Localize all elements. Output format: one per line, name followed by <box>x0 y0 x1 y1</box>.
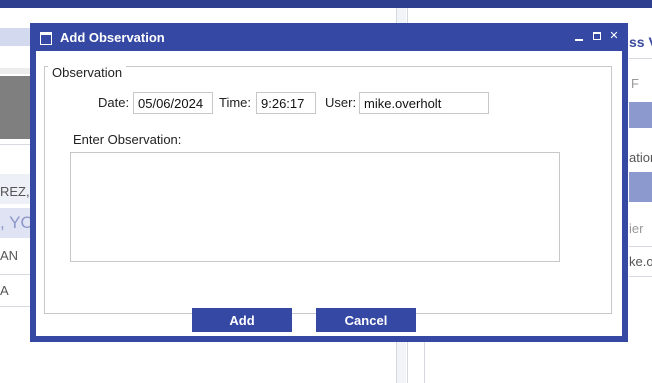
dialog-body: Observation Date: Time: User: Enter Obse… <box>36 51 622 336</box>
bg-right-row-1: F <box>631 76 639 91</box>
bg-divider-3 <box>0 306 30 307</box>
window-icon <box>40 32 52 45</box>
bg-gray-block <box>0 76 30 113</box>
user-field[interactable] <box>359 92 489 114</box>
close-icon[interactable]: ✕ <box>608 30 620 42</box>
bg-left-row-3: AN <box>0 248 19 263</box>
bg-right-row-3: ier <box>629 221 644 236</box>
user-label: User: <box>325 95 357 110</box>
date-label: Date: <box>98 95 130 110</box>
bg-right-divider-2 <box>629 246 652 247</box>
add-button[interactable]: Add <box>192 308 292 332</box>
dialog-title: Add Observation <box>60 30 165 45</box>
bg-header-bar <box>0 28 30 46</box>
bg-divider-2 <box>0 274 30 275</box>
maximize-icon[interactable] <box>591 30 603 42</box>
add-observation-dialog: Add Observation ✕ Observation Date: Time… <box>30 23 628 342</box>
bg-left-row-2: , YO <box>0 213 34 232</box>
dialog-title-bar[interactable]: Add Observation ✕ <box>30 23 628 51</box>
bg-right-divider <box>629 58 652 59</box>
bg-strip <box>0 68 30 74</box>
bg-divider <box>0 144 30 145</box>
observation-textarea[interactable] <box>70 152 560 262</box>
bg-right-header: ss V <box>629 34 652 50</box>
date-field[interactable] <box>133 92 213 114</box>
bg-right-row-2: ation <box>629 150 652 165</box>
app-top-bar <box>0 0 652 8</box>
time-field[interactable] <box>256 92 316 114</box>
bg-gray-block-2 <box>0 109 30 139</box>
observation-label: Enter Observation: <box>73 132 182 147</box>
bg-right-row-4: ke.ove <box>629 254 652 269</box>
bg-left-row-4: A <box>0 283 9 298</box>
observation-legend: Observation <box>48 65 127 81</box>
cancel-button[interactable]: Cancel <box>316 308 416 332</box>
bg-right-divider-3 <box>629 276 652 277</box>
time-label: Time: <box>219 95 252 110</box>
bg-right-blue-cell <box>629 102 652 128</box>
bg-right-blue-cell-2 <box>629 172 652 202</box>
bg-column-line <box>424 340 425 383</box>
minimize-icon[interactable] <box>573 30 585 42</box>
